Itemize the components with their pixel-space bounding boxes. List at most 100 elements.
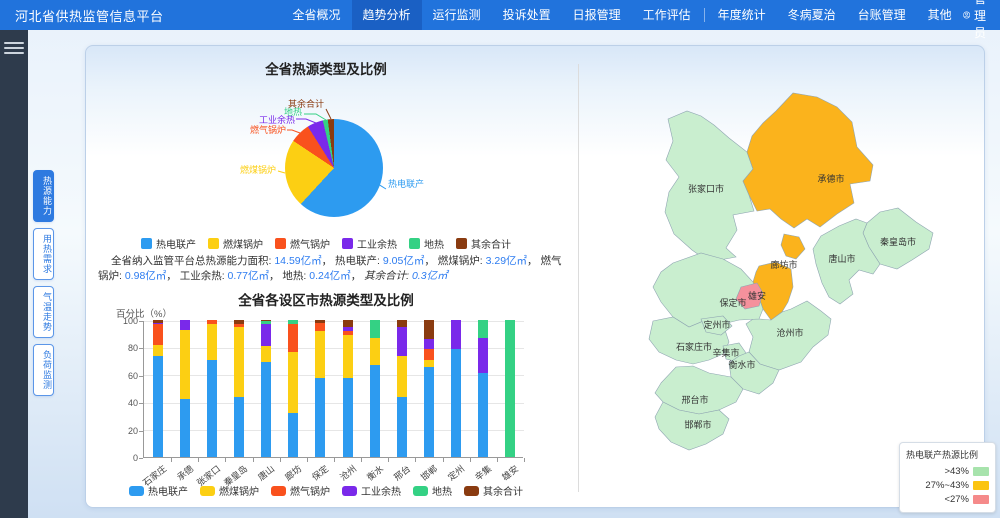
nav-item-3[interactable]: 投诉处置 — [492, 0, 562, 30]
legend-swatch — [342, 486, 357, 496]
bar-segment-张家口-热电联产 — [207, 360, 217, 457]
side-rail — [0, 30, 28, 518]
bar-segment-唐山-地热 — [261, 321, 271, 324]
topbar-actions: 管理员 35 ⚙ — [963, 0, 1000, 41]
x-axis-label-辛集: 辛集 — [472, 462, 494, 483]
map-label: 邯郸市 — [684, 419, 711, 430]
map-legend: 热电联产热源比例 >43%27%~43%<27% — [899, 442, 996, 513]
bar-segment-唐山-热电联产 — [261, 362, 271, 457]
map-label: 雄安 — [748, 290, 766, 301]
side-tab-2[interactable]: 气温走势 — [33, 286, 54, 338]
summary-value: 9.05亿㎡ — [383, 255, 424, 267]
legend-item-2[interactable]: 燃气锅炉 — [275, 236, 330, 251]
x-tick-mark — [388, 458, 389, 462]
map-label: 廊坊市 — [770, 259, 797, 270]
legend-item-1[interactable]: 燃煤锅炉 — [208, 236, 263, 251]
x-tick-mark — [361, 458, 362, 462]
bar-segment-沧州-热电联产 — [343, 378, 353, 457]
legend-label: 热电联产 — [148, 483, 188, 498]
nav-item-0[interactable]: 全省概况 — [282, 0, 352, 30]
bar-segment-辛集-热电联产 — [478, 373, 488, 457]
x-axis-label-承德: 承德 — [174, 462, 196, 483]
bar-segment-沧州-燃气锅炉 — [343, 331, 353, 335]
summary-label: 工业余热: — [180, 270, 228, 282]
bar-segment-定州-热电联产 — [451, 349, 461, 457]
x-tick-mark — [280, 458, 281, 462]
legend-label: 热电联产 — [156, 236, 196, 251]
bar-segment-唐山-其余合计 — [261, 320, 271, 321]
side-tab-0[interactable]: 热源能力 — [33, 170, 54, 222]
bar-segment-邢台-热电联产 — [397, 397, 407, 457]
pie-label-others: 其余合计 — [288, 97, 324, 110]
nav-item-6[interactable]: 年度统计 — [707, 0, 777, 30]
nav-item-9[interactable]: 其他 — [917, 0, 963, 30]
bar-segment-唐山-工业余热 — [261, 324, 271, 346]
x-axis-label-定州: 定州 — [445, 462, 467, 483]
nav-item-1[interactable]: 趋势分析 — [352, 0, 422, 30]
legend-label: 其余合计 — [483, 483, 523, 498]
legend-item-2[interactable]: 燃气锅炉 — [271, 483, 330, 498]
y-tick-mark — [139, 458, 143, 459]
bar-segment-秦皇岛-燃煤锅炉 — [234, 327, 244, 397]
legend-item-4[interactable]: 地热 — [409, 236, 444, 251]
bar-segment-衡水-热电联产 — [370, 365, 380, 457]
hamburger-icon[interactable] — [4, 39, 24, 57]
nav-item-8[interactable]: 台账管理 — [847, 0, 917, 30]
y-tick-label: 20 — [106, 426, 138, 436]
legend-swatch — [275, 238, 286, 249]
capacity-summary-text: 全省纳入监管平台总热源能力面积: 14.59亿㎡， 热电联产: 9.05亿㎡， … — [98, 254, 570, 284]
nav-item-4[interactable]: 日报管理 — [562, 0, 632, 30]
app-title: 河北省供热监管信息平台 — [15, 6, 164, 25]
bar-segment-承德-燃煤锅炉 — [180, 330, 190, 400]
nav-item-2[interactable]: 运行监测 — [422, 0, 492, 30]
topbar: 冀热监管 河北省供热监管信息平台 全省概况趋势分析运行监测投诉处置日报管理工作评… — [0, 0, 1000, 30]
x-axis-label-邯郸: 邯郸 — [418, 462, 440, 483]
x-tick-mark — [497, 458, 498, 462]
legend-item-5[interactable]: 其余合计 — [464, 483, 523, 498]
side-tab-1[interactable]: 用热需求 — [33, 228, 54, 280]
map-legend-swatch — [973, 481, 989, 490]
bar-segment-秦皇岛-燃气锅炉 — [234, 324, 244, 327]
main-nav: 全省概况趋势分析运行监测投诉处置日报管理工作评估年度统计冬病夏治台账管理其他 — [282, 0, 963, 30]
legend-item-5[interactable]: 其余合计 — [456, 236, 511, 251]
map-label: 保定市 — [719, 297, 746, 308]
map-region-langfang-exclave[interactable] — [781, 234, 805, 259]
x-tick-mark — [253, 458, 254, 462]
legend-item-3[interactable]: 工业余热 — [342, 236, 397, 251]
summary-value: 3.29亿㎡ — [486, 255, 527, 267]
y-tick-mark — [139, 348, 143, 349]
legend-item-4[interactable]: 地热 — [413, 483, 452, 498]
y-tick-label: 0 — [106, 453, 138, 463]
summary-label: 全省纳入监管平台总热源能力面积: — [111, 255, 274, 267]
bar-segment-石家庄-工业余热 — [153, 323, 163, 324]
hebei-province-map: 张家口市 承德市 秦皇岛市 唐山市 廊坊市 保定市 雄安 沧州市 定州市 石家庄… — [621, 61, 961, 481]
pie-legend: 热电联产燃煤锅炉燃气锅炉工业余热地热 其余合计 — [86, 236, 566, 251]
bar-segment-沧州-工业余热 — [343, 327, 353, 331]
legend-label: 其余合计 — [471, 236, 511, 251]
bar-segment-石家庄-其余合计 — [153, 320, 163, 323]
legend-item-0[interactable]: 热电联产 — [141, 236, 196, 251]
map-region-chengde[interactable] — [743, 93, 873, 228]
x-axis-label-沧州: 沧州 — [336, 462, 358, 483]
legend-swatch — [456, 238, 467, 249]
bar-segment-沧州-燃煤锅炉 — [343, 335, 353, 377]
nav-item-5[interactable]: 工作评估 — [632, 0, 702, 30]
bar-segment-邯郸-其余合计 — [424, 320, 434, 339]
legend-item-0[interactable]: 热电联产 — [129, 483, 188, 498]
map-label: 定州市 — [703, 319, 730, 330]
user-menu[interactable]: 管理员 35 — [963, 0, 993, 41]
map-label: 唐山市 — [828, 253, 855, 264]
y-tick-label: 40 — [106, 398, 138, 408]
nav-item-7[interactable]: 冬病夏治 — [777, 0, 847, 30]
x-tick-mark — [225, 458, 226, 462]
summary-value: 0.77亿㎡ — [228, 270, 269, 282]
x-tick-mark — [171, 458, 172, 462]
side-tab-3[interactable]: 负荷监测 — [33, 344, 54, 396]
gridline — [144, 430, 524, 431]
legend-item-3[interactable]: 工业余热 — [342, 483, 401, 498]
map-legend-label: >43% — [944, 466, 969, 477]
x-axis-label-雄安: 雄安 — [499, 462, 521, 483]
bar-segment-定州-工业余热 — [451, 320, 461, 349]
legend-swatch — [409, 238, 420, 249]
bar-segment-廊坊-燃煤锅炉 — [288, 352, 298, 414]
